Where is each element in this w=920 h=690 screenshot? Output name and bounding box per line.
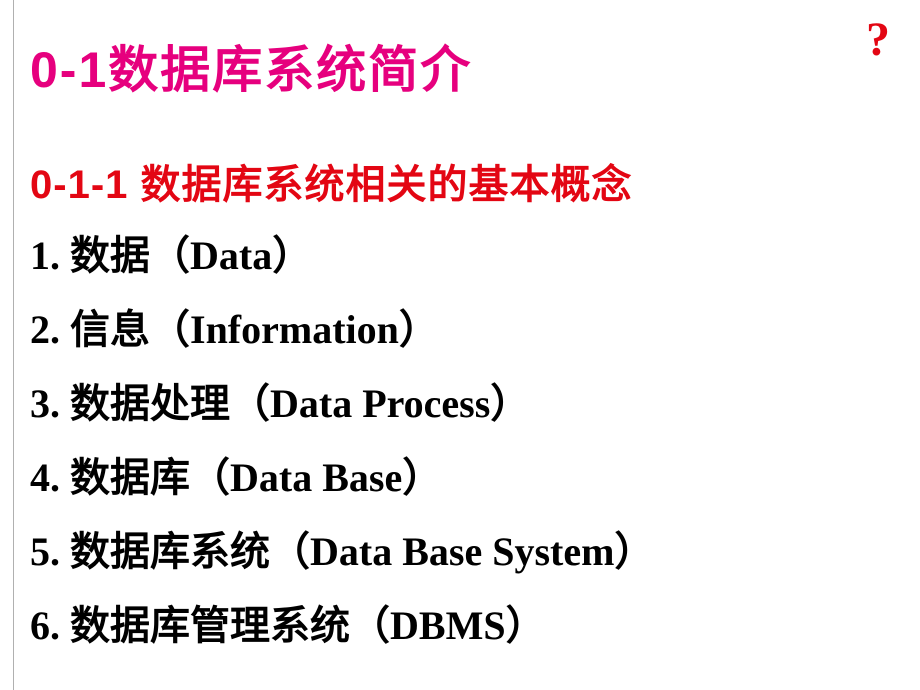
list-item: 4. 数据库（Data Base） <box>30 450 900 506</box>
list-item: 2. 信息（Information） <box>30 302 900 358</box>
slide-title: 0-1数据库系统简介 <box>30 30 900 102</box>
list-item: 5. 数据库系统（Data Base System） <box>30 524 900 580</box>
list-item: 6. 数据库管理系统（DBMS） <box>30 598 900 654</box>
margin-line <box>13 0 14 690</box>
list-item: 3. 数据处理（Data Process） <box>30 376 900 432</box>
slide: ? 0-1数据库系统简介 0-1-1 数据库系统相关的基本概念 1. 数据（Da… <box>0 0 920 690</box>
help-icon[interactable]: ? <box>866 12 890 67</box>
slide-subtitle: 0-1-1 数据库系统相关的基本概念 <box>30 152 900 210</box>
list-item: 1. 数据（Data） <box>30 228 900 284</box>
